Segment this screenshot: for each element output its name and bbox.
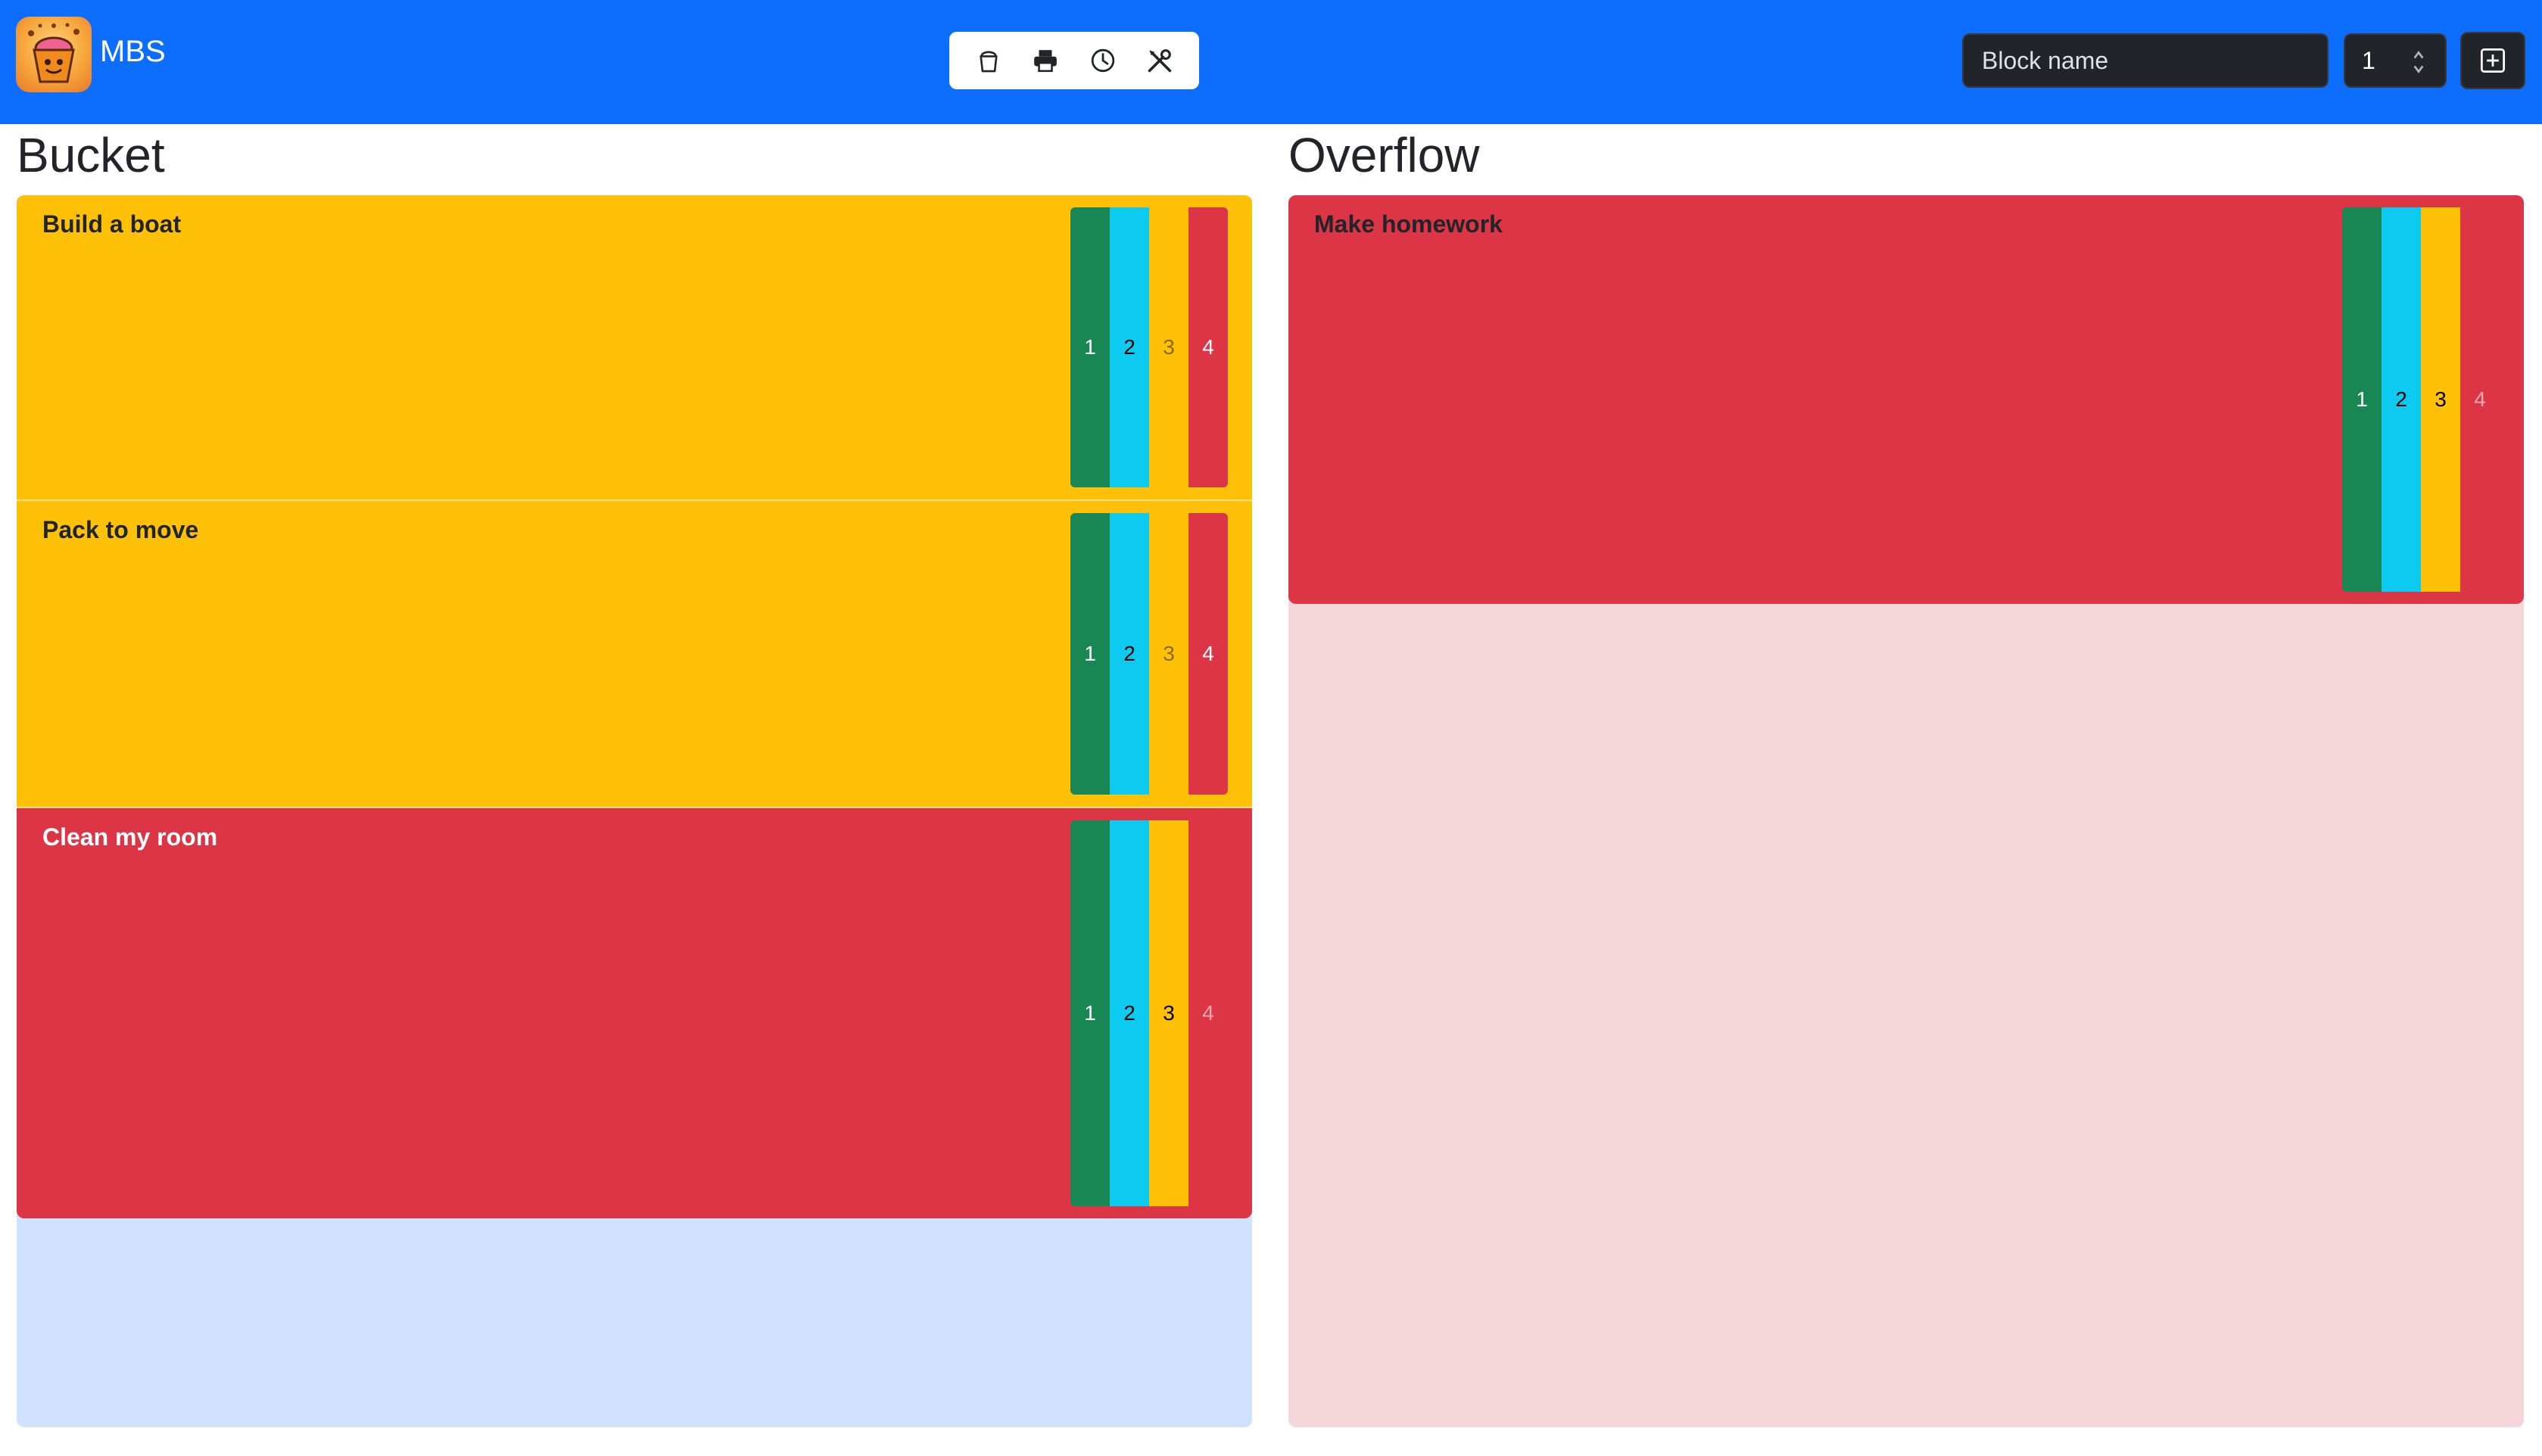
priority-number-input[interactable]: 1 — [2344, 33, 2447, 88]
block-name-input[interactable] — [1962, 33, 2329, 88]
bucket-dropzone[interactable]: Build a boat 1 2 3 4 Pack to move 1 2 3 … — [17, 195, 1252, 1427]
block-card[interactable]: Clean my room 1 2 3 4 — [17, 808, 1252, 1218]
navbar: MBS Block name 1 — [0, 0, 2542, 124]
priority-1-button[interactable]: 1 — [1070, 513, 1110, 795]
priority-selector: 1 2 3 4 — [2342, 207, 2500, 592]
priority-2-button[interactable]: 2 — [2382, 207, 2421, 592]
priority-selector: 1 2 3 4 — [1070, 513, 1228, 795]
block-title: Pack to move — [42, 516, 199, 543]
priority-4-button[interactable]: 4 — [1188, 820, 1228, 1206]
plus-square-icon — [2481, 48, 2505, 73]
main-toolbar — [949, 32, 1199, 89]
overflow-dropzone[interactable]: Make homework 1 2 3 4 — [1288, 195, 2524, 1427]
priority-1-button[interactable]: 1 — [1070, 820, 1110, 1206]
bucket-title: Bucket — [17, 128, 165, 182]
priority-4-button[interactable]: 4 — [1188, 207, 1228, 487]
overflow-title: Overflow — [1288, 128, 1480, 182]
spinner-arrows-icon[interactable] — [2412, 48, 2425, 76]
priority-selector: 1 2 3 4 — [1070, 207, 1228, 487]
priority-2-button[interactable]: 2 — [1110, 820, 1149, 1206]
history-button[interactable] — [1082, 39, 1124, 82]
priority-4-button[interactable]: 4 — [2460, 207, 2500, 592]
bucket-button[interactable] — [967, 39, 1010, 82]
block-title: Clean my room — [42, 823, 218, 851]
block-card[interactable]: Make homework 1 2 3 4 — [1288, 195, 2524, 604]
tools-icon — [1148, 49, 1172, 73]
add-block-button[interactable] — [2460, 32, 2525, 89]
priority-number-value: 1 — [2362, 46, 2375, 74]
priority-selector: 1 2 3 4 — [1070, 820, 1228, 1206]
clock-icon — [1091, 48, 1114, 73]
printer-icon — [1034, 50, 1058, 73]
priority-3-button[interactable]: 3 — [1149, 820, 1188, 1206]
block-title: Make homework — [1314, 210, 1503, 238]
priority-2-button[interactable]: 2 — [1110, 207, 1149, 487]
tools-button[interactable] — [1139, 39, 1181, 82]
priority-3-button[interactable]: 3 — [2421, 207, 2460, 592]
block-card[interactable]: Pack to move 1 2 3 4 — [17, 501, 1252, 808]
priority-4-button[interactable]: 4 — [1188, 513, 1228, 795]
priority-3-button[interactable]: 3 — [1149, 513, 1188, 795]
print-button[interactable] — [1024, 39, 1067, 82]
bucket-icon — [980, 51, 998, 73]
priority-2-button[interactable]: 2 — [1110, 513, 1149, 795]
app-title[interactable]: MBS — [100, 32, 166, 71]
priority-1-button[interactable]: 1 — [1070, 207, 1110, 487]
block-card[interactable]: Build a boat 1 2 3 4 — [17, 195, 1252, 501]
priority-1-button[interactable]: 1 — [2342, 207, 2382, 592]
app-logo[interactable] — [16, 17, 92, 92]
block-title: Build a boat — [42, 210, 182, 238]
priority-3-button[interactable]: 3 — [1149, 207, 1188, 487]
